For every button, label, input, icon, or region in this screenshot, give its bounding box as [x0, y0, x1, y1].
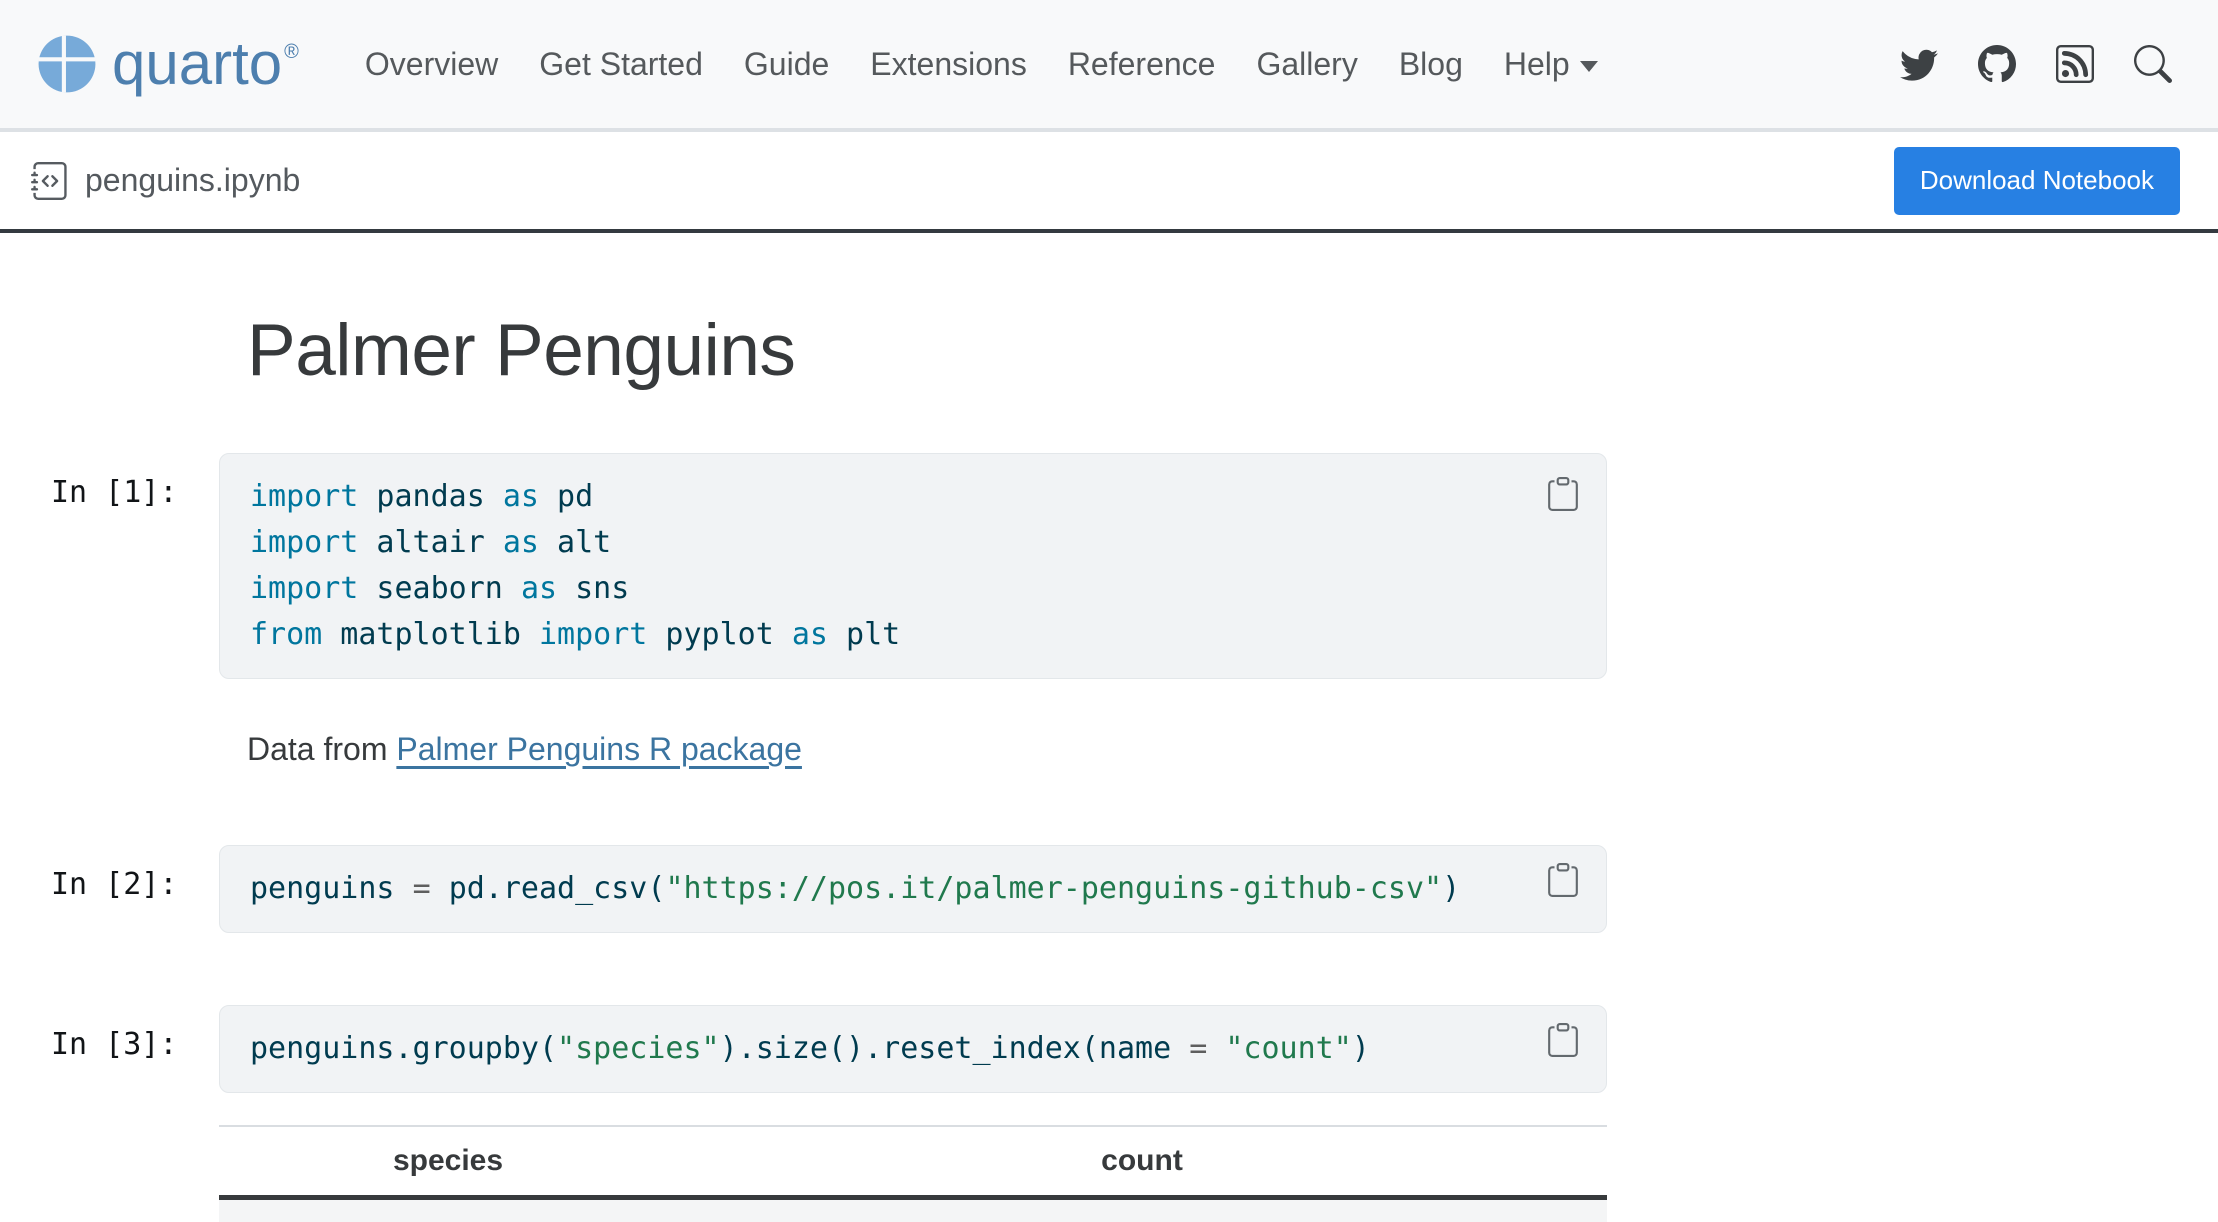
nav-item-blog[interactable]: Blog: [1399, 46, 1463, 83]
page-title: Palmer Penguins: [247, 303, 2218, 398]
data-source-note: Data from Palmer Penguins R package: [247, 727, 2218, 771]
output-table: species count: [219, 1125, 1607, 1222]
nav-item-help-label: Help: [1504, 46, 1570, 83]
quarto-logo[interactable]: quarto®: [36, 33, 299, 95]
journal-code-icon: [31, 159, 69, 203]
quarto-logo-icon: [36, 33, 98, 95]
code-content: penguins = pd.read_csv("https://pos.it/p…: [250, 866, 1536, 912]
copy-code-button[interactable]: [1546, 862, 1582, 898]
chevron-down-icon: [1580, 61, 1598, 72]
table-row: [219, 1200, 1607, 1222]
code-block: penguins = pd.read_csv("https://pos.it/p…: [219, 845, 1607, 933]
cell-execution-label: In [2]:: [51, 845, 219, 902]
column-header-species: species: [219, 1144, 677, 1178]
notebook-file-bar: penguins.ipynb Download Notebook: [0, 132, 2218, 233]
clipboard-icon: [1546, 863, 1580, 897]
cell-execution-label: In [1]:: [51, 453, 219, 510]
nav-item-get-started[interactable]: Get Started: [539, 46, 703, 83]
nav-item-guide[interactable]: Guide: [744, 46, 829, 83]
registered-mark: ®: [284, 41, 299, 63]
cell-execution-label: In [3]:: [51, 1005, 219, 1062]
code-cell-3: In [3]: penguins.groupby("species").size…: [51, 1005, 2218, 1093]
clipboard-icon: [1546, 477, 1580, 511]
search-icon[interactable]: [2134, 45, 2172, 83]
clipboard-icon: [1546, 1023, 1580, 1057]
nav-item-gallery[interactable]: Gallery: [1256, 46, 1357, 83]
code-content: penguins.groupby("species").size().reset…: [250, 1026, 1536, 1072]
copy-code-button[interactable]: [1546, 1022, 1582, 1058]
notebook-filename: penguins.ipynb: [85, 162, 300, 199]
nav-item-reference[interactable]: Reference: [1068, 46, 1216, 83]
twitter-icon[interactable]: [1900, 45, 1938, 83]
code-cell-2: In [2]: penguins = pd.read_csv("https://…: [51, 845, 2218, 933]
brand-wordmark: quarto®: [112, 34, 299, 94]
code-block: penguins.groupby("species").size().reset…: [219, 1005, 1607, 1093]
output-table-header: species count: [219, 1125, 1607, 1200]
data-note-prefix: Data from: [247, 731, 396, 767]
rss-icon[interactable]: [2056, 45, 2094, 83]
copy-code-button[interactable]: [1546, 476, 1582, 512]
top-navbar: quarto® Overview Get Started Guide Exten…: [0, 0, 2218, 132]
nav-item-help[interactable]: Help: [1504, 46, 1598, 83]
download-notebook-button[interactable]: Download Notebook: [1894, 147, 2180, 215]
navbar-icon-group: [1900, 45, 2172, 83]
code-cell-1: In [1]: import pandas as pdimport altair…: [51, 453, 2218, 679]
main-nav: Overview Get Started Guide Extensions Re…: [365, 46, 1598, 83]
github-icon[interactable]: [1978, 45, 2016, 83]
code-block: import pandas as pdimport altair as alti…: [219, 453, 1607, 679]
code-content: import pandas as pdimport altair as alti…: [250, 474, 1536, 658]
palmer-penguins-link[interactable]: Palmer Penguins R package: [396, 731, 802, 767]
notebook-file-meta: penguins.ipynb: [31, 159, 300, 203]
nav-item-extensions[interactable]: Extensions: [870, 46, 1027, 83]
nav-item-overview[interactable]: Overview: [365, 46, 498, 83]
notebook-article: Palmer Penguins In [1]: import pandas as…: [0, 303, 2218, 1222]
column-header-count: count: [677, 1144, 1607, 1178]
